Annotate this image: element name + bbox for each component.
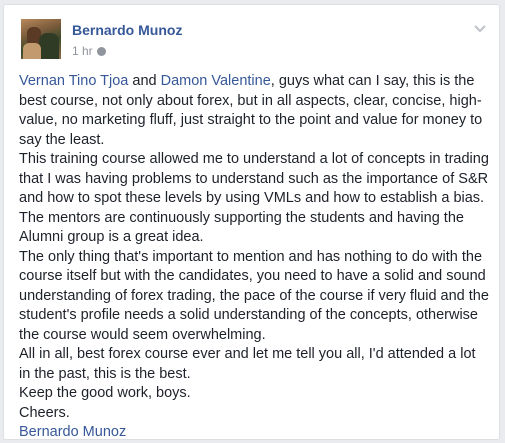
mention-vernan[interactable]: Vernan Tino Tjoa (19, 73, 128, 89)
chevron-down-icon[interactable] (473, 21, 487, 35)
signature-link[interactable]: Bernardo Munoz (19, 423, 489, 443)
timestamp[interactable]: 1 hr (72, 44, 93, 58)
author-name[interactable]: Bernardo Munoz (72, 22, 182, 38)
post-body: Vernan Tino Tjoa and Damon Valentine, gu… (19, 72, 489, 443)
paragraph-1: Vernan Tino Tjoa and Damon Valentine, gu… (19, 73, 483, 148)
paragraph-4: The only thing that's important to menti… (19, 248, 489, 343)
paragraph-5: All in all, best forex course ever and l… (19, 346, 476, 382)
paragraph-6: Keep the good work, boys. (19, 385, 191, 401)
paragraph-7: Cheers. (19, 404, 70, 421)
post-card: Bernardo Munoz 1 hr Vernan Tino Tjoa and… (3, 4, 500, 440)
paragraph-3: The mentors are continuously supporting … (19, 209, 464, 246)
post-meta: 1 hr (72, 44, 106, 58)
mention-damon[interactable]: Damon Valentine (161, 73, 271, 89)
globe-icon (96, 46, 106, 56)
paragraph-2: This training course allowed me to under… (19, 151, 489, 206)
avatar[interactable] (21, 19, 61, 59)
